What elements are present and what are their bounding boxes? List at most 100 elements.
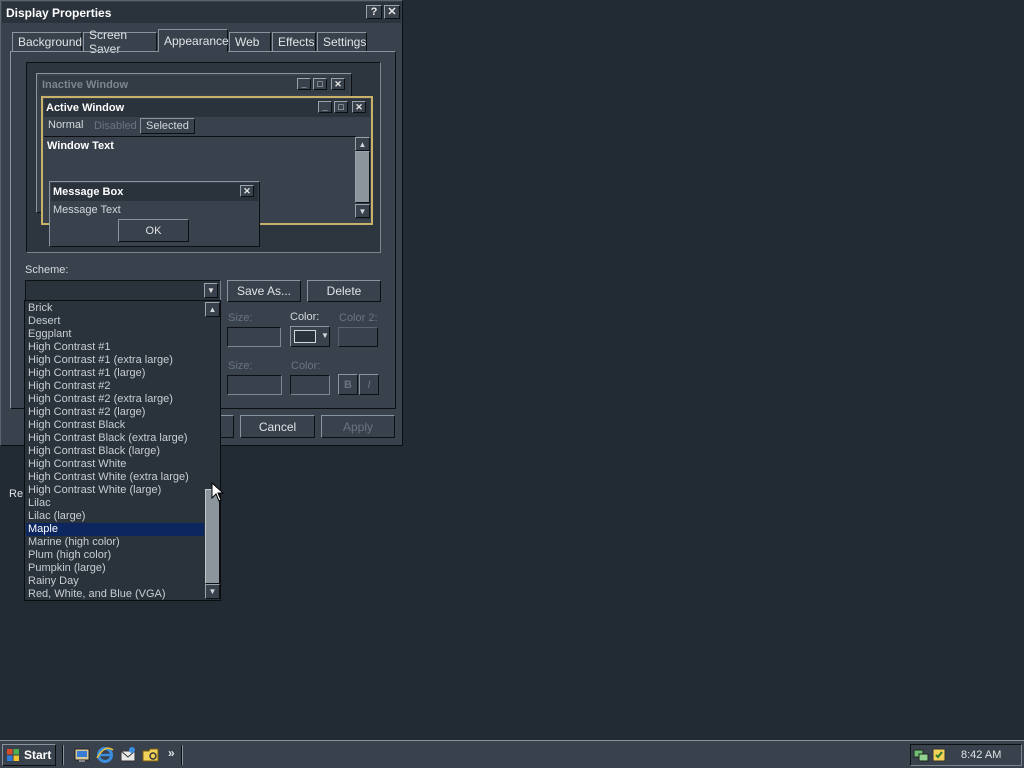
- scheme-dropdown-list[interactable]: Brick Desert Eggplant High Contrast #1 H…: [24, 300, 221, 601]
- active-window-title: Active Window: [46, 102, 125, 114]
- italic-button[interactable]: I: [359, 374, 379, 395]
- scroll-up-icon: ▲: [355, 137, 370, 151]
- network-icon[interactable]: [913, 747, 929, 763]
- show-desktop-icon[interactable]: [74, 747, 90, 763]
- inactive-window-title: Inactive Window: [42, 79, 129, 91]
- scheme-select[interactable]: ▼: [25, 280, 221, 301]
- item-size-label: Size:: [228, 312, 253, 324]
- scroll-thumb: [355, 151, 370, 203]
- quicklaunch-chevron-icon[interactable]: »: [168, 746, 175, 760]
- tab-appearance[interactable]: Appearance: [158, 29, 229, 52]
- taskbar: Start » 8:42 AM: [0, 740, 1024, 768]
- close-button[interactable]: ✕: [384, 5, 400, 19]
- list-item[interactable]: High Contrast White (large): [26, 484, 204, 497]
- item-size-spinner[interactable]: [227, 327, 281, 347]
- item-color2-button[interactable]: [338, 327, 378, 347]
- menu-disabled: Disabled: [94, 120, 137, 132]
- desktop-icon-label[interactable]: Re: [9, 488, 23, 500]
- list-item[interactable]: High Contrast Black (large): [26, 445, 204, 458]
- list-item[interactable]: Marine (high color): [26, 536, 204, 549]
- dialog-title: Display Properties: [6, 6, 112, 20]
- close-icon: ✕: [240, 185, 254, 197]
- appearance-preview: Inactive Window _ □ ✕ Active Window _ □ …: [26, 62, 381, 253]
- quicklaunch-divider: [62, 745, 64, 765]
- scroll-up-icon[interactable]: ▲: [205, 302, 220, 317]
- minimize-icon: _: [297, 78, 311, 90]
- internet-explorer-icon[interactable]: [96, 746, 114, 764]
- apply-button[interactable]: Apply: [321, 415, 395, 438]
- close-icon: ✕: [352, 101, 366, 113]
- close-icon: ✕: [387, 5, 397, 18]
- list-item[interactable]: High Contrast #1 (large): [26, 367, 204, 380]
- chevron-down-icon[interactable]: ▼: [204, 283, 218, 298]
- clock[interactable]: 8:42 AM: [961, 749, 1001, 761]
- list-item[interactable]: High Contrast #2: [26, 380, 204, 393]
- message-box-title: Message Box: [53, 186, 124, 198]
- list-item[interactable]: High Contrast Black: [26, 419, 204, 432]
- taskbar-divider: [181, 745, 183, 765]
- tab-web[interactable]: Web: [229, 32, 271, 51]
- scheme-label: Scheme:: [25, 264, 69, 276]
- item-color2-label: Color 2:: [339, 312, 378, 324]
- maximize-icon: □: [334, 101, 348, 113]
- list-item[interactable]: High Contrast #1: [26, 341, 204, 354]
- list-item[interactable]: High Contrast #2 (large): [26, 406, 204, 419]
- dialog-title-bar[interactable]: Display Properties: [2, 2, 401, 23]
- close-icon: ✕: [331, 78, 345, 90]
- cancel-button[interactable]: Cancel: [240, 415, 315, 438]
- list-item[interactable]: High Contrast #1 (extra large): [26, 354, 204, 367]
- security-shield-icon[interactable]: [931, 747, 947, 763]
- list-item-selected[interactable]: Maple: [26, 523, 204, 536]
- chevron-down-icon: ▼: [321, 331, 329, 340]
- list-item[interactable]: Brick: [26, 302, 204, 315]
- windows-logo-icon: [7, 749, 19, 761]
- color-swatch: [294, 330, 316, 343]
- item-color-button[interactable]: ▼: [290, 326, 330, 347]
- help-button[interactable]: ?: [366, 5, 382, 19]
- window-text: Window Text: [47, 140, 114, 152]
- message-ok-button[interactable]: OK: [118, 219, 189, 242]
- tab-effects[interactable]: Effects: [272, 32, 316, 51]
- list-item[interactable]: Eggplant: [26, 328, 204, 341]
- font-color-label: Color:: [291, 360, 321, 372]
- preview-scrollbar: ▲ ▼: [355, 137, 370, 219]
- list-item[interactable]: High Contrast White: [26, 458, 204, 471]
- bold-button[interactable]: B: [338, 374, 358, 395]
- delete-button[interactable]: Delete: [307, 280, 381, 302]
- save-as-button[interactable]: Save As...: [227, 280, 301, 302]
- mouse-cursor-icon: [211, 482, 225, 502]
- message-text: Message Text: [53, 204, 121, 216]
- list-item[interactable]: Rainy Day: [26, 575, 204, 588]
- list-item[interactable]: High Contrast #2 (extra large): [26, 393, 204, 406]
- list-item[interactable]: Plum (high color): [26, 549, 204, 562]
- list-item[interactable]: Red, White, and Blue (VGA): [26, 588, 204, 601]
- font-size-select[interactable]: [227, 375, 282, 395]
- tab-screen-saver[interactable]: Screen Saver: [83, 28, 157, 56]
- system-tray: 8:42 AM: [910, 744, 1022, 766]
- list-item[interactable]: Lilac (large): [26, 510, 204, 523]
- message-box-preview[interactable]: Message Box ✕ Message Text OK: [49, 181, 260, 247]
- dropdown-scrollbar[interactable]: ▲ ▼: [205, 302, 220, 599]
- outlook-express-icon[interactable]: [119, 746, 137, 764]
- list-item[interactable]: High Contrast Black (extra large): [26, 432, 204, 445]
- scroll-down-icon: ▼: [355, 204, 370, 218]
- menu-normal: Normal: [48, 119, 84, 131]
- scroll-down-icon[interactable]: ▼: [205, 584, 220, 599]
- list-item[interactable]: Lilac: [26, 497, 204, 510]
- font-size-label: Size:: [228, 360, 253, 372]
- list-item[interactable]: Pumpkin (large): [26, 562, 204, 575]
- menu-selected: Selected: [140, 118, 195, 134]
- start-label: Start: [24, 748, 52, 762]
- start-button[interactable]: Start: [2, 744, 56, 766]
- maximize-icon: □: [313, 78, 327, 90]
- scroll-thumb[interactable]: [205, 489, 220, 584]
- list-item[interactable]: Desert: [26, 315, 204, 328]
- list-item[interactable]: High Contrast White (extra large): [26, 471, 204, 484]
- font-color-button[interactable]: [290, 375, 330, 395]
- tab-settings[interactable]: Settings: [317, 32, 367, 51]
- message-box-title-bar: Message Box: [51, 183, 258, 201]
- explorer-folder-icon[interactable]: [142, 746, 160, 764]
- minimize-icon: _: [318, 101, 332, 113]
- item-color-label: Color:: [290, 311, 320, 323]
- tab-background[interactable]: Background: [12, 32, 82, 51]
